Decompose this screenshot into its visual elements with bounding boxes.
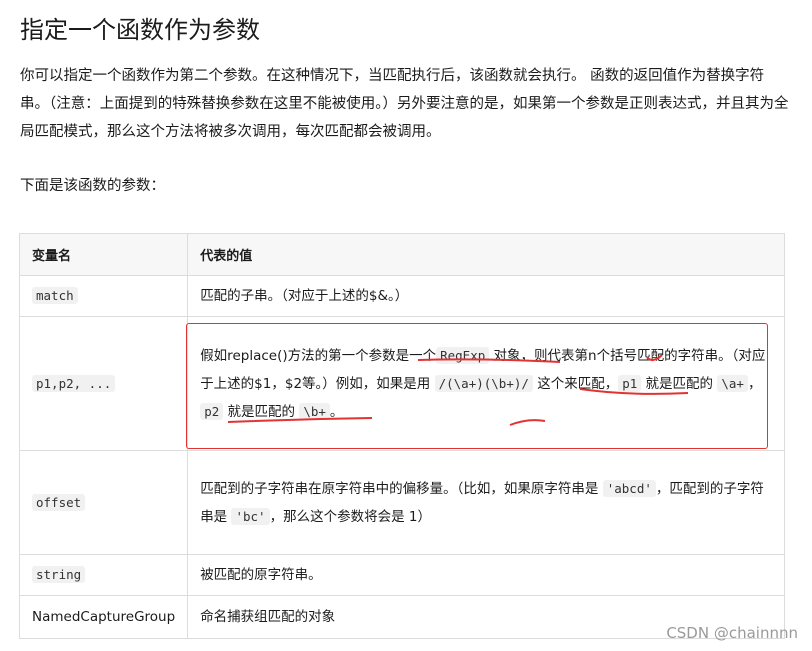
param-name-cell: string	[18, 554, 189, 596]
desc-text: ，	[747, 375, 762, 392]
param-desc: 匹配到的子字符串在原字符串中的偏移量。（比如，如果原字符串是 'abcd' ，匹配…	[187, 450, 785, 555]
inline-code: RegExp	[436, 346, 490, 364]
param-name: match	[32, 287, 78, 304]
header-value: 代表的值	[187, 233, 785, 276]
desc-text: 假如replace()方法的第一个参数是一个	[200, 347, 437, 364]
param-name: offset	[32, 493, 86, 511]
page-title: 指定一个函数作为参数	[20, 16, 260, 44]
param-name-plain: NamedCaptureGroup	[18, 595, 189, 639]
table-row: offset 匹配到的子字符串在原字符串中的偏移量。（比如，如果原字符串是 'a…	[18, 450, 785, 555]
inline-code: 'abcd'	[602, 479, 656, 497]
inline-code: p1	[618, 374, 642, 392]
header-variable-name: 变量名	[18, 233, 189, 276]
table-row: p1,p2, ... 假如replace()方法的第一个参数是一个 RegExp …	[18, 316, 785, 451]
inline-code: p2	[200, 402, 224, 420]
param-name-cell: p1,p2, ...	[18, 316, 189, 451]
desc-text: 这个来匹配，	[532, 375, 619, 392]
desc-text: ，那么这个参数将会是 1）	[269, 508, 431, 525]
param-name: p1,p2, ...	[32, 374, 116, 392]
inline-code: \b+	[299, 402, 330, 420]
intro-paragraph: 你可以指定一个函数作为第二个参数。在这种情况下，当匹配执行后，该函数就会执行。 …	[20, 68, 789, 140]
inline-code: \a+	[717, 374, 748, 392]
params-table: 变量名 代表的值 match 匹配的子串。（对应于上述的$&。） p1,p2, …	[18, 233, 785, 639]
param-desc: 匹配的子串。（对应于上述的$&。）	[187, 275, 785, 317]
table-header-row: 变量名 代表的值	[18, 233, 785, 276]
desc-text: 就是匹配的	[641, 375, 718, 392]
inline-code: /(\a+)(\b+)/	[434, 374, 533, 392]
inline-code: 'bc'	[231, 507, 270, 525]
param-desc: 假如replace()方法的第一个参数是一个 RegExp 对象，则代表第n个括号…	[187, 316, 785, 451]
param-name: string	[32, 566, 86, 583]
table-row: match 匹配的子串。（对应于上述的$&。）	[18, 275, 785, 317]
param-name-cell: match	[18, 275, 189, 317]
desc-text: 就是匹配的	[223, 403, 300, 420]
table-row: string 被匹配的原字符串。	[18, 554, 785, 596]
desc-text: 匹配到的子字符串在原字符串中的偏移量。（比如，如果原字符串是	[200, 480, 603, 497]
param-name-cell: offset	[18, 450, 189, 555]
param-desc: 被匹配的原字符串。	[187, 554, 785, 596]
desc-text: 。	[329, 403, 344, 420]
params-intro: 下面是该函数的参数：	[20, 178, 165, 194]
watermark: CSDN @chainnnn	[666, 624, 798, 642]
